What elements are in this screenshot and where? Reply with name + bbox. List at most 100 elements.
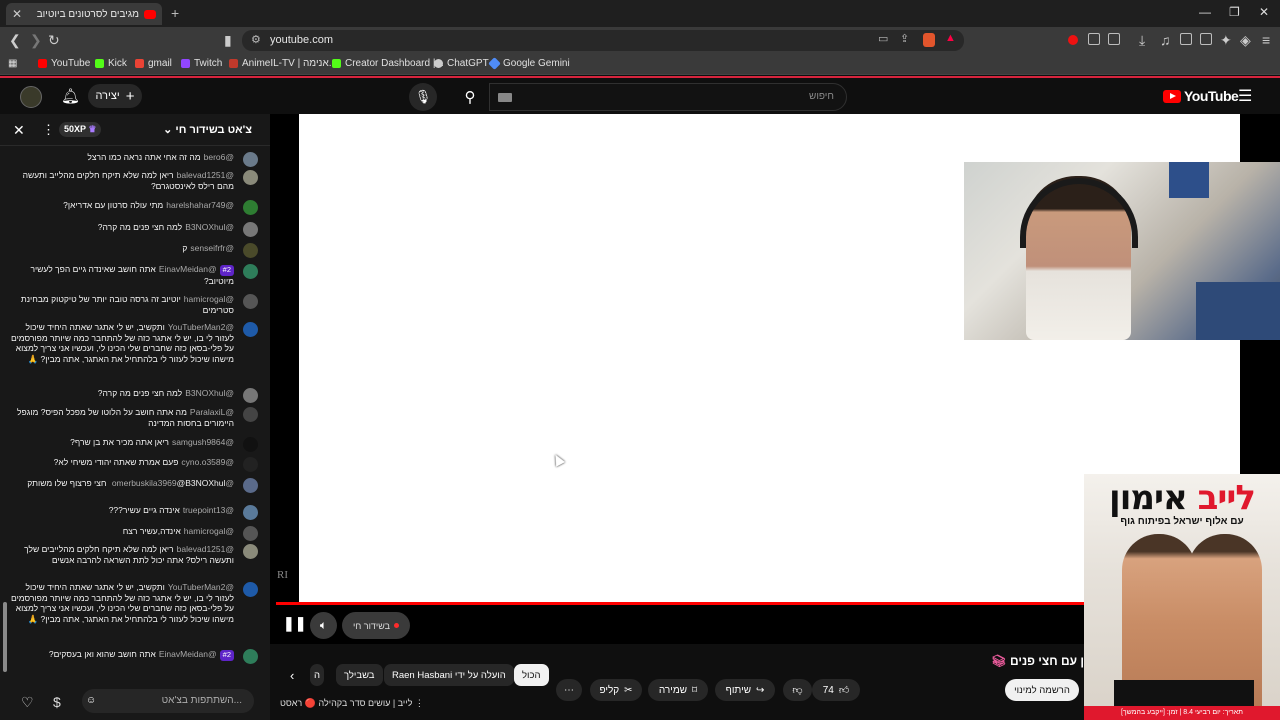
forward-icon[interactable]: ❯ <box>30 32 42 49</box>
chat-author-avatar[interactable] <box>243 294 258 309</box>
extensions-icon[interactable] <box>1088 33 1100 45</box>
chat-author-name[interactable]: @YouTuberMan2 <box>168 582 234 592</box>
chat-message[interactable]: #2@EinavMeidanאתה חושב שאינדה גיים הפך ל… <box>10 264 258 286</box>
close-chat-icon[interactable]: ✕ <box>13 122 25 139</box>
chat-message[interactable]: @omerbuskila3969@B3NOXhul חצי פרצוף שלו … <box>10 478 258 493</box>
reading-list-icon[interactable] <box>1200 33 1212 45</box>
chat-message[interactable]: @balevad1251ריאן למה שלא תיקח חלקים מהלי… <box>10 544 258 565</box>
chat-scrollbar[interactable] <box>3 150 7 678</box>
dislike-button[interactable]: 👎︎ <box>783 679 812 701</box>
chat-author-avatar[interactable] <box>243 152 258 167</box>
wallet-icon[interactable] <box>1108 33 1120 45</box>
chat-author-name[interactable]: @B3NOXhul <box>185 388 234 398</box>
chat-input[interactable]: ☺ השתתפות בצ'אט... <box>82 689 254 713</box>
pause-icon[interactable]: ❚❚ <box>283 615 306 632</box>
chat-message[interactable]: @B3NOXhulלמה חצי פנים מה קרה? <box>10 388 258 403</box>
chat-author-avatar[interactable] <box>243 505 258 520</box>
heart-icon[interactable]: ♡ <box>21 694 34 711</box>
downloads-icon[interactable]: ⤓ <box>1139 32 1145 49</box>
chat-more-icon[interactable]: ⋮ <box>42 122 55 138</box>
chat-author-name[interactable]: @EinavMeidan <box>159 264 217 274</box>
chat-author-name[interactable]: @cyno.o3589 <box>181 457 234 467</box>
chat-message[interactable]: @harelshahar749מתי עולה סרטון עם אדריאן? <box>10 200 258 215</box>
chat-message[interactable]: @ParalaxiLמה אתה חושב על הלוטו של מפכל ה… <box>10 407 258 428</box>
chat-author-name[interactable]: @balevad1251 <box>177 544 234 554</box>
chat-author-avatar[interactable] <box>243 200 258 215</box>
progress-bar[interactable] <box>276 602 1084 605</box>
chip-uploaded-by[interactable]: הועלה על ידי Raen Hasbani <box>384 664 514 686</box>
chat-author-avatar[interactable] <box>243 582 258 597</box>
chat-message[interactable]: @bero6מה זה אחי אתה נראה כמו הרצל <box>10 152 258 167</box>
bookmark-kick[interactable]: Kick <box>95 58 127 69</box>
back-icon[interactable]: ❮ <box>9 32 21 49</box>
like-button[interactable]: 👍︎ 74 <box>812 679 860 701</box>
recommendation-item[interactable]: ⋮ לייב | עושים סדר בקהילה 🔴 ראסט <box>280 698 424 709</box>
cast-icon[interactable]: ▭ <box>878 32 888 45</box>
chat-mode-select[interactable]: צ'אט בשידור חי ⌄ <box>163 123 252 136</box>
media-icon[interactable]: ♫ <box>1160 32 1171 48</box>
chat-message[interactable]: @cyno.o3589פעם אמרת שאתה יהודי משיחי לא? <box>10 457 258 472</box>
volume-icon[interactable]: 🔈︎ <box>310 612 337 639</box>
chat-author-name[interactable]: @hamicrogal <box>184 294 234 304</box>
bookmark-gmail[interactable]: gmail <box>135 58 172 69</box>
chat-author-avatar[interactable] <box>243 222 258 237</box>
voice-search-icon[interactable]: 🎙︎ <box>409 83 437 111</box>
chat-scrollbar-thumb[interactable] <box>3 602 7 672</box>
menu-icon[interactable]: ≡ <box>1262 32 1270 48</box>
chat-author-avatar[interactable] <box>243 478 258 493</box>
chat-author-name[interactable]: @hamicrogal <box>184 526 234 536</box>
chat-message[interactable]: @YouTuberMan2ותקשיב, יש לי אתגר שאתה היח… <box>10 582 258 624</box>
bookmark-icon[interactable]: ▮ <box>224 32 232 49</box>
search-input[interactable]: חיפוש <box>489 83 847 111</box>
chat-author-name[interactable]: @EinavMeidan <box>159 649 217 659</box>
chat-message[interactable]: @truepoint13אינדה גיים עשיר??? <box>10 505 258 520</box>
sidebar-icon[interactable] <box>1180 33 1192 45</box>
chat-author-avatar[interactable] <box>243 388 258 403</box>
leo-ai-icon[interactable]: ✦ <box>1220 32 1232 49</box>
chat-message[interactable]: #2@EinavMeidanאתה חושב שהוא ואן בעסקים? <box>10 649 258 664</box>
bookmark-creator-dashboard[interactable]: Creator Dashboard |... <box>332 58 444 69</box>
apps-grid-icon[interactable]: ▦ <box>8 58 17 69</box>
chat-author-name[interactable]: @ParalaxiL <box>190 407 234 417</box>
chat-author-name[interactable]: @bero6 <box>204 152 234 162</box>
brave-rewards-icon[interactable]: ▲ <box>945 32 956 44</box>
chat-author-name[interactable]: @balevad1251 <box>177 170 234 180</box>
bookmark-chatgpt[interactable]: ChatGPT <box>434 58 489 69</box>
bookmark-animeil[interactable]: AnimeIL-TV | אנימה... <box>229 58 337 69</box>
search-button[interactable]: ⚲ <box>453 83 487 111</box>
save-button[interactable]: ⌑ שמירה <box>648 679 708 701</box>
chat-author-name[interactable]: @samgush9864 <box>172 437 234 447</box>
keyboard-icon[interactable] <box>498 93 512 102</box>
clip-button[interactable]: ✂ קליפ <box>590 679 642 701</box>
chip-all[interactable]: הכול <box>514 664 549 686</box>
chat-message[interactable]: @samgush9864ריאן אתה מכיר את בן שרף? <box>10 437 258 452</box>
close-tab-icon[interactable]: ✕ <box>12 7 22 21</box>
window-close-icon[interactable]: ✕ <box>1259 5 1269 19</box>
minimize-icon[interactable]: — <box>1199 5 1211 19</box>
account-avatar[interactable] <box>20 86 42 108</box>
extension-record-icon[interactable] <box>1068 35 1078 45</box>
chat-author-name[interactable]: @truepoint13 <box>183 505 234 515</box>
chat-author-avatar[interactable] <box>243 544 258 559</box>
vpn-icon[interactable]: ◈ <box>1240 32 1251 49</box>
reload-icon[interactable]: ↻ <box>48 32 60 49</box>
chat-author-avatar[interactable] <box>243 407 258 422</box>
address-bar[interactable]: ⚙ youtube.com ▭ ⇪ ▲ <box>242 30 964 51</box>
restore-icon[interactable]: ❐ <box>1229 5 1240 19</box>
chat-author-avatar[interactable] <box>243 322 258 337</box>
site-info-icon[interactable]: ⚙ <box>251 33 261 46</box>
chat-author-avatar[interactable] <box>243 170 258 185</box>
more-vert-icon[interactable]: ⋮ <box>415 698 424 708</box>
chat-author-avatar[interactable] <box>243 264 258 279</box>
chat-author-name[interactable]: @B3NOXhul <box>185 222 234 232</box>
live-badge[interactable]: בשידור חי <box>342 612 410 639</box>
promo-ad-overlay[interactable]: לייב אימון עם אלוף ישראל בפיתוח גוף תארי… <box>1084 474 1280 720</box>
chat-author-avatar[interactable] <box>243 649 258 664</box>
new-tab-icon[interactable]: + <box>171 5 179 21</box>
chat-author-avatar[interactable] <box>243 243 258 258</box>
chat-message[interactable]: @B3NOXhulלמה חצי פנים מה קרה? <box>10 222 258 237</box>
emoji-icon[interactable]: ☺ <box>86 695 96 706</box>
guide-menu-icon[interactable]: ☰ <box>1238 86 1252 106</box>
more-actions-button[interactable]: ⋯ <box>556 679 582 701</box>
chat-message[interactable]: @senseifrfrק <box>10 243 258 258</box>
